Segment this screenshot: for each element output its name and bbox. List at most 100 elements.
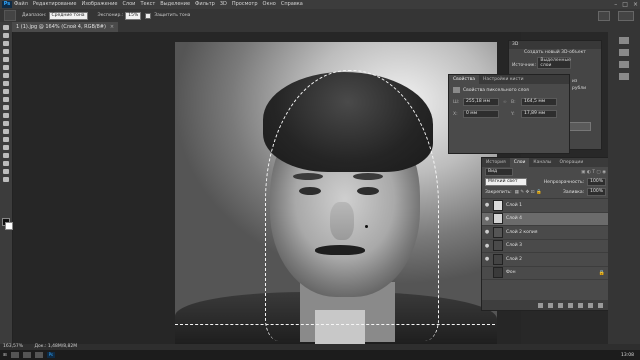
menu-view[interactable]: Просмотр <box>232 0 258 9</box>
delete-layer-icon[interactable] <box>598 302 603 308</box>
document-tab[interactable]: 1 (1).jpg @ 164% (Слой 4, RGB/8#) × <box>12 22 119 32</box>
document-size: Док.: 1,48M/8,82M <box>34 344 78 349</box>
opacity-field[interactable]: 100% <box>587 178 606 186</box>
new-layer-icon[interactable] <box>588 302 593 308</box>
filter-icons[interactable]: ▣ ◐ T ▢ ◉ <box>581 170 606 175</box>
close-window-button[interactable]: × <box>633 0 638 9</box>
layer-row[interactable]: ● Слой 2 копия <box>482 226 609 240</box>
menu-window[interactable]: Окно <box>263 0 276 9</box>
crop-tool-icon[interactable] <box>3 57 9 62</box>
start-button[interactable]: ⊞ <box>3 353 7 358</box>
visibility-eye-icon[interactable]: ● <box>484 216 490 222</box>
fill-field[interactable]: 100% <box>587 188 606 196</box>
path-select-tool-icon[interactable] <box>3 153 9 158</box>
3d-mode-button[interactable] <box>598 11 610 21</box>
x-field[interactable]: 0 мм <box>463 110 499 118</box>
protect-tones-checkbox[interactable] <box>145 12 152 19</box>
layer-row[interactable]: ● Слой 4 <box>482 212 609 226</box>
zoom-readout[interactable]: 163,57% <box>3 344 23 349</box>
tab-channels[interactable]: Каналы <box>529 158 555 167</box>
layers-footer <box>482 300 609 310</box>
visibility-eye-icon[interactable]: ● <box>484 256 490 262</box>
media-taskbar-icon[interactable] <box>34 352 43 358</box>
menu-select[interactable]: Выделение <box>160 0 190 9</box>
visibility-eye-icon[interactable]: ● <box>484 202 490 208</box>
layer-style-icon[interactable] <box>548 302 553 308</box>
menu-text[interactable]: Текст <box>140 0 155 9</box>
tab-history[interactable]: История <box>482 158 510 167</box>
layer-thumbnail <box>493 267 503 279</box>
explorer-taskbar-icon[interactable] <box>22 352 31 358</box>
brush-tool-icon[interactable] <box>3 81 9 86</box>
tab-layers[interactable]: Слои <box>509 158 530 167</box>
layer-row[interactable]: Фон 🔒 <box>482 267 609 280</box>
shape-tool-icon[interactable] <box>3 161 9 166</box>
layer-row[interactable]: ● Слой 3 <box>482 240 609 253</box>
photoshop-logo-icon[interactable]: Ps <box>2 1 12 8</box>
new-group-icon[interactable] <box>578 302 583 308</box>
history-brush-tool-icon[interactable] <box>3 97 9 102</box>
add-mask-icon[interactable] <box>558 302 563 308</box>
pen-tool-icon[interactable] <box>3 137 9 142</box>
maximize-button[interactable]: □ <box>622 0 628 9</box>
tab-properties[interactable]: Свойства <box>449 75 479 84</box>
link-layers-icon[interactable] <box>538 302 543 308</box>
menu-layers[interactable]: Слои <box>122 0 135 9</box>
quick-select-tool-icon[interactable] <box>3 49 9 54</box>
y-field[interactable]: 17,89 мм <box>521 110 557 118</box>
healing-tool-icon[interactable] <box>3 73 9 78</box>
visibility-eye-icon[interactable]: ● <box>484 243 490 249</box>
hand-tool-icon[interactable] <box>3 169 9 174</box>
lasso-tool-icon[interactable] <box>3 41 9 46</box>
menu-filter[interactable]: Фильтр <box>195 0 215 9</box>
photoshop-taskbar-icon[interactable]: Ps <box>46 352 55 358</box>
exposure-input[interactable]: 15% <box>125 11 142 20</box>
layer-row[interactable]: ● Слой 1 <box>482 199 609 213</box>
adjustment-layer-icon[interactable] <box>568 302 573 308</box>
browser-taskbar-icon[interactable] <box>10 352 19 358</box>
layer-name: Слой 3 <box>506 243 522 249</box>
width-field[interactable]: 255,18 мм <box>463 98 499 106</box>
zoom-tool-icon[interactable] <box>3 177 9 182</box>
color-panel-icon[interactable] <box>619 37 629 44</box>
menu-image[interactable]: Изображение <box>81 0 117 9</box>
eraser-tool-icon[interactable] <box>3 105 9 110</box>
type-tool-icon[interactable] <box>3 145 9 150</box>
workspace-button[interactable] <box>618 11 634 21</box>
eyedropper-tool-icon[interactable] <box>3 65 9 70</box>
3d-source-select[interactable]: Выделенные слои <box>537 57 572 69</box>
canvas-area[interactable] <box>13 32 521 344</box>
dodge-tool-icon[interactable] <box>3 129 9 134</box>
blend-mode-select[interactable]: Мягкий свет <box>485 178 527 186</box>
3d-option-a[interactable]: из <box>569 78 601 85</box>
height-field[interactable]: 164,5 мм <box>521 98 557 106</box>
visibility-eye-icon[interactable]: ● <box>484 229 490 235</box>
range-select[interactable]: Средние тона <box>48 11 88 20</box>
3d-panel-tab[interactable]: 3D <box>509 41 601 49</box>
stamp-tool-icon[interactable] <box>3 89 9 94</box>
gradient-tool-icon[interactable] <box>3 113 9 118</box>
current-tool-icon[interactable] <box>4 10 16 21</box>
menu-file[interactable]: Файл <box>14 0 28 9</box>
marquee-tool-icon[interactable] <box>3 33 9 38</box>
close-document-icon[interactable]: × <box>110 24 114 30</box>
lock-icons[interactable]: ▦ ✎ ✥ ⊡ 🔒 <box>515 190 542 195</box>
tab-actions[interactable]: Операции <box>556 158 588 167</box>
link-icon[interactable]: ∞ <box>503 100 507 105</box>
swatches-panel-icon[interactable] <box>619 49 629 56</box>
layer-filter-select[interactable]: Вид <box>485 168 513 176</box>
menu-3d[interactable]: 3D <box>220 0 227 9</box>
minimize-button[interactable]: – <box>614 0 617 9</box>
tab-brush-settings[interactable]: Настройки кисти <box>479 75 528 84</box>
layer-row[interactable]: ● Слой 2 <box>482 253 609 267</box>
background-color-swatch[interactable] <box>5 222 13 230</box>
3d-option-b[interactable]: рубли <box>569 85 601 92</box>
move-tool-icon[interactable] <box>3 25 9 30</box>
layer-thumbnail <box>493 226 503 238</box>
styles-panel-icon[interactable] <box>619 73 629 80</box>
adjustments-panel-icon[interactable] <box>619 61 629 68</box>
menu-help[interactable]: Справка <box>281 0 303 9</box>
blur-tool-icon[interactable] <box>3 121 9 126</box>
menu-edit[interactable]: Редактирование <box>33 0 77 9</box>
x-label: X: <box>453 111 458 117</box>
